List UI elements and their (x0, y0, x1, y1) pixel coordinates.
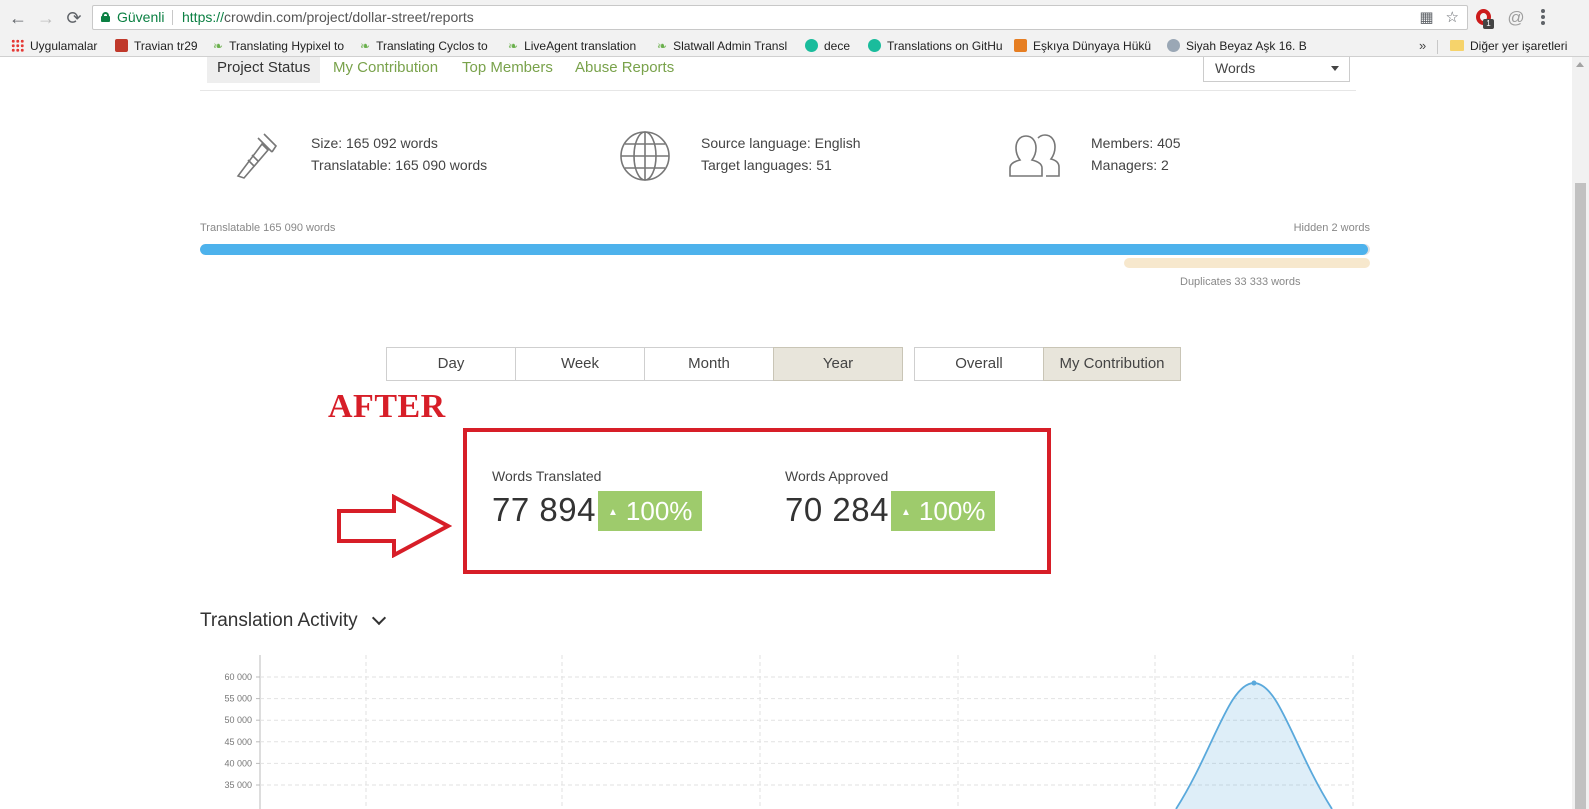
translation-progress-bar (200, 244, 1370, 255)
arrow-up-icon: ▲ (901, 507, 911, 518)
duplicates-bar (1124, 258, 1370, 268)
bookmark-item[interactable]: Siyah Beyaz Aşk 16. B (1167, 38, 1311, 54)
page-scrollbar[interactable] (1572, 57, 1589, 809)
tab-project-status[interactable]: Project Status (207, 57, 321, 83)
words-translated-value: 77 894 (492, 491, 596, 528)
reports-page: Project Status My Contribution Top Membe… (0, 57, 1572, 809)
scope-overall-button[interactable]: Overall (914, 347, 1044, 381)
after-annotation-label: AFTER (328, 388, 446, 425)
bookmark-item[interactable]: Eşkıya Dünyaya Hükü (1014, 38, 1158, 54)
words-translated-label: Words Translated (492, 468, 602, 484)
bookmark-star-icon[interactable]: ☆ (1446, 9, 1459, 26)
arrow-up-icon: ▲ (608, 507, 618, 518)
caliper-icon (236, 133, 278, 179)
bookmark-item[interactable]: ❧ Translating Hypixel to (213, 38, 351, 54)
globe-icon (620, 131, 670, 181)
disc-icon (1167, 39, 1180, 52)
words-approved-label: Words Approved (785, 468, 889, 484)
bookmark-apps[interactable]: Uygulamalar (11, 38, 107, 54)
bookmarks-overflow-button[interactable]: » (1419, 38, 1426, 53)
language-stats: Source language: English Target language… (701, 135, 861, 173)
crowdin-leaf-icon: ❧ (508, 39, 519, 53)
reload-icon[interactable]: ⟳ (64, 8, 84, 28)
y-tick-label: 55 000 (224, 694, 252, 704)
crowdin-leaf-icon: ❧ (360, 39, 371, 53)
tab-my-contribution[interactable]: My Contribution (333, 57, 438, 83)
bookmark-item[interactable]: ❧ Translating Cyclos to (360, 38, 496, 54)
game-icon (1014, 39, 1027, 52)
address-bar[interactable]: Güvenli https://crowdin.com/project/doll… (92, 5, 1468, 30)
crowdin-leaf-icon: ❧ (657, 39, 668, 53)
units-select[interactable]: Words (1203, 57, 1350, 82)
activity-peak-point (1251, 680, 1257, 686)
caret-down-icon (1331, 66, 1339, 71)
activity-area (1176, 683, 1332, 809)
other-bookmarks-folder[interactable]: Diğer yer işaretleri (1450, 38, 1585, 54)
size-stats: Size: 165 092 words Translatable: 165 09… (311, 135, 488, 173)
bookmark-item[interactable]: ❧ LiveAgent translation (508, 38, 648, 54)
bookmark-item[interactable]: ❧ Slatwall Admin Transl (657, 38, 795, 54)
scroll-up-icon[interactable] (1576, 62, 1584, 67)
translate-icon[interactable]: ▦ (1419, 9, 1433, 26)
back-icon[interactable]: ← (8, 8, 28, 28)
globe-teal-icon (868, 39, 881, 52)
bookmark-item[interactable]: dece (805, 38, 860, 54)
words-approved-change-badge: ▲ 100% (891, 491, 996, 531)
tab-abuse-reports[interactable]: Abuse Reports (575, 57, 674, 83)
scope-my-contribution-button[interactable]: My Contribution (1043, 347, 1181, 381)
scrollbar-thumb[interactable] (1575, 183, 1586, 809)
globe-teal-icon (805, 39, 818, 52)
y-tick-label: 45 000 (224, 737, 252, 747)
travian-icon (115, 39, 128, 52)
url-text[interactable]: https://crowdin.com/project/dollar-stree… (182, 6, 474, 29)
words-approved-value: 70 284 (785, 491, 889, 528)
translation-progress-fill (200, 244, 1369, 255)
bookmark-item[interactable]: Travian tr29 (115, 38, 207, 54)
duplicates-label: Duplicates 33 333 words (1180, 276, 1301, 288)
secure-label: Güvenli (117, 9, 165, 25)
translation-activity-chart: 60 000 55 000 50 000 45 000 40 000 35 000 (224, 655, 1354, 809)
browser-toolbar: ← → ⟳ Güvenli https://crowdin.com/projec… (0, 0, 1589, 35)
period-day-button[interactable]: Day (386, 347, 516, 381)
browser-menu-icon[interactable] (1541, 9, 1547, 27)
at-extension-icon[interactable]: @ (1506, 8, 1526, 28)
y-tick-label: 60 000 (224, 672, 252, 682)
red-arrow-icon (337, 494, 452, 558)
bookmark-item[interactable]: Translations on GitHu (868, 38, 1006, 54)
period-year-button[interactable]: Year (773, 347, 903, 381)
period-month-button[interactable]: Month (644, 347, 774, 381)
members-icon (1009, 134, 1060, 177)
member-stats: Members: 405 Managers: 2 (1091, 135, 1181, 173)
forward-icon[interactable]: → (36, 8, 56, 28)
period-week-button[interactable]: Week (515, 347, 645, 381)
y-tick-label: 40 000 (224, 758, 252, 768)
translation-activity-title: Translation Activity (200, 610, 358, 631)
opera-extension-icon[interactable]: 1 (1474, 8, 1494, 29)
y-tick-label: 50 000 (224, 715, 252, 725)
folder-icon (1450, 40, 1464, 51)
bookmarks-bar: Uygulamalar Travian tr29 ❧ Translating Hy… (0, 35, 1589, 57)
tab-top-members[interactable]: Top Members (462, 57, 553, 83)
crowdin-leaf-icon: ❧ (213, 39, 224, 53)
y-tick-label: 35 000 (224, 780, 252, 790)
chevron-down-icon[interactable] (371, 610, 387, 626)
translatable-label: Translatable 165 090 words (200, 222, 336, 234)
apps-grid-icon (11, 39, 24, 52)
words-translated-change-badge: ▲ 100% (598, 491, 703, 531)
hidden-label: Hidden 2 words (1293, 222, 1370, 234)
lock-icon (101, 12, 110, 22)
